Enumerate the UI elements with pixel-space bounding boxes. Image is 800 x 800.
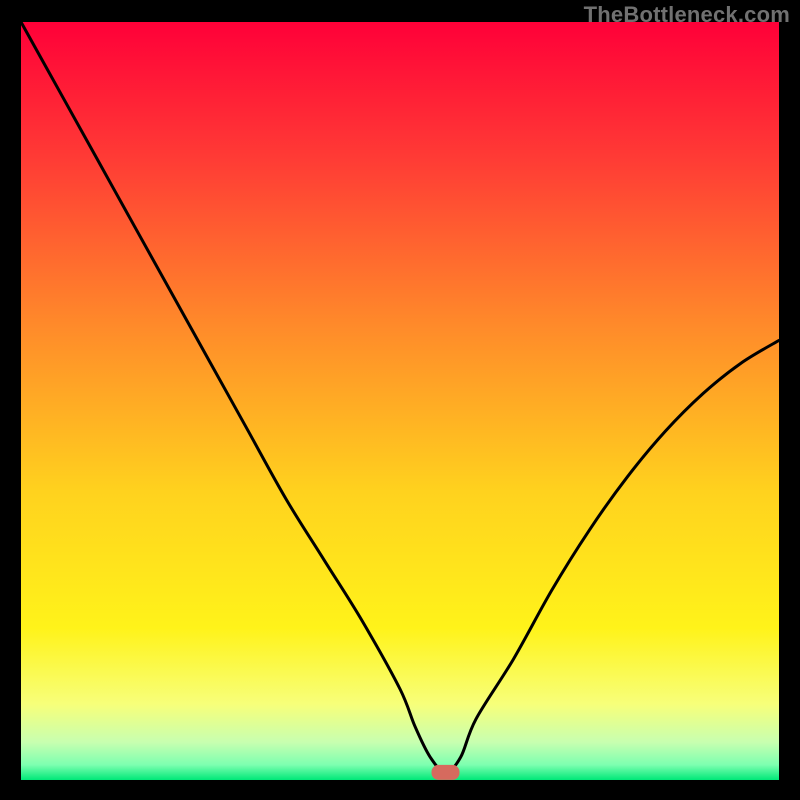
optimal-marker <box>432 765 460 780</box>
chart-frame: TheBottleneck.com <box>0 0 800 800</box>
bottleneck-chart <box>21 22 779 780</box>
gradient-background <box>21 22 779 780</box>
